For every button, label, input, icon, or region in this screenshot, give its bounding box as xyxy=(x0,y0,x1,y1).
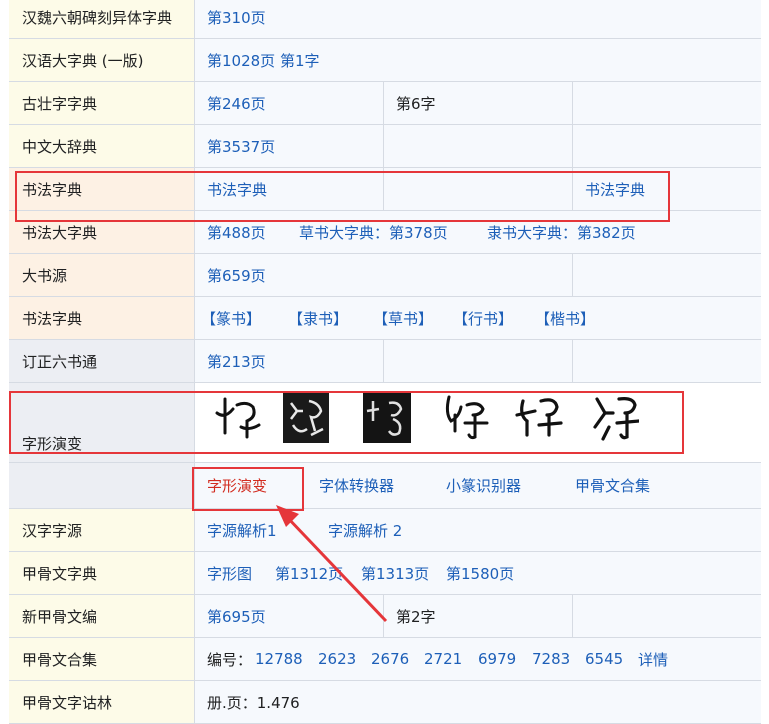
table-row: 字形演变 xyxy=(9,383,761,463)
row-label: 甲骨文合集 xyxy=(9,638,195,680)
table-row: 古壮字字典 第246页 第6字 xyxy=(9,82,761,125)
collection-number-link[interactable]: 12788 xyxy=(255,650,303,668)
cursive-script-link[interactable]: 【草书】 xyxy=(373,308,433,329)
page-link[interactable]: 第488页 xyxy=(207,222,266,243)
oracle-glyph-icon xyxy=(215,397,261,439)
table-row: 新甲骨文编 第695页 第2字 xyxy=(9,595,761,638)
table-row: 甲骨文字典 字形图 第1312页 第1313页 第1580页 xyxy=(9,552,761,595)
char-index: 第6字 xyxy=(396,94,436,113)
row-label: 书法字典 xyxy=(9,297,195,339)
glyph-image-link[interactable]: 字形图 xyxy=(207,563,252,584)
row-label: 汉魏六朝碑刻异体字典 xyxy=(9,0,195,38)
collection-number-link[interactable]: 2676 xyxy=(371,650,409,668)
table-row: 汉魏六朝碑刻异体字典 第310页 xyxy=(9,0,761,39)
dictionary-table: 汉魏六朝碑刻异体字典 第310页 汉语大字典 (一版) 第1028页 第1字 古… xyxy=(9,0,761,724)
page-link[interactable]: 第310页 xyxy=(207,7,266,28)
collection-number-link[interactable]: 7283 xyxy=(532,650,570,668)
page-link[interactable]: 第1312页 xyxy=(275,563,343,584)
table-row: 大书源 第659页 xyxy=(9,254,761,297)
collection-number-link[interactable]: 6979 xyxy=(478,650,516,668)
table-row: 书法大字典 第488页 草书大字典：第378页 隶书大字典：第382页 xyxy=(9,211,761,254)
oracle-collection-link[interactable]: 甲骨文合集 xyxy=(575,475,650,496)
table-row: 甲骨文合集 编号： 12788 2623 2676 2721 6979 7283… xyxy=(9,638,761,681)
row-label: 字形演变 xyxy=(9,383,195,462)
clerical-script-link[interactable]: 【隶书】 xyxy=(288,308,348,329)
collection-number-link[interactable]: 6545 xyxy=(585,650,623,668)
row-label: 甲骨文字诂林 xyxy=(9,681,195,723)
calligraphy-link[interactable]: 书法字典 xyxy=(207,179,267,200)
etymology-link[interactable]: 字源解析1 xyxy=(207,520,277,541)
glyph-evolution-tab[interactable]: 字形演变 xyxy=(207,475,267,496)
page-link[interactable]: 第695页 xyxy=(207,606,266,627)
row-label: 古壮字字典 xyxy=(9,82,195,124)
page-link[interactable]: 第246页 xyxy=(207,93,266,114)
details-link[interactable]: 详情 xyxy=(638,649,668,670)
row-label: 书法大字典 xyxy=(9,211,195,253)
table-row: 汉字字源 字源解析1 字源解析 2 xyxy=(9,509,761,552)
row-label: 订正六书通 xyxy=(9,340,195,382)
row-label: 汉语大字典 (一版) xyxy=(9,39,195,81)
number-prefix: 编号： xyxy=(207,650,253,669)
page-link[interactable]: 第3537页 xyxy=(207,136,275,157)
table-row: 书法字典 【篆书】 【隶书】 【草书】 【行书】 【楷书】 xyxy=(9,297,761,340)
cursive-dict-link[interactable]: 草书大字典：第378页 xyxy=(299,222,448,243)
table-row: 汉语大字典 (一版) 第1028页 第1字 xyxy=(9,39,761,82)
table-row: 订正六书通 第213页 xyxy=(9,340,761,383)
page-link[interactable]: 第1313页 xyxy=(361,563,429,584)
rubbing-glyph-icon xyxy=(363,393,411,443)
table-row: 中文大辞典 第3537页 xyxy=(9,125,761,168)
font-converter-link[interactable]: 字体转换器 xyxy=(319,475,394,496)
char-index: 第2字 xyxy=(396,607,436,626)
etymology-link[interactable]: 字源解析 2 xyxy=(328,520,402,541)
running-script-link[interactable]: 【行书】 xyxy=(453,308,513,329)
seal-script-link[interactable]: 【篆书】 xyxy=(201,308,261,329)
row-label: 新甲骨文编 xyxy=(9,595,195,637)
seal-glyph-icon xyxy=(593,397,639,441)
table-row: 甲骨文字诂林 册.页：1.476 xyxy=(9,681,761,724)
clerical-dict-link[interactable]: 隶书大字典：第382页 xyxy=(487,222,636,243)
page-link[interactable]: 第1580页 xyxy=(446,563,514,584)
table-row: 字形演变 字体转换器 小篆识别器 甲骨文合集 xyxy=(9,463,761,509)
row-label: 书法字典 xyxy=(9,168,195,210)
row-label: 甲骨文字典 xyxy=(9,552,195,594)
collection-number-link[interactable]: 2623 xyxy=(318,650,356,668)
row-label: 汉字字源 xyxy=(9,509,195,551)
row-label-empty xyxy=(9,463,195,508)
row-label: 中文大辞典 xyxy=(9,125,195,167)
regular-script-link[interactable]: 【楷书】 xyxy=(535,308,595,329)
volume-page: 册.页：1.476 xyxy=(207,693,300,712)
page-link[interactable]: 第213页 xyxy=(207,351,266,372)
page-link[interactable]: 第1028页 第1字 xyxy=(207,50,320,71)
table-row: 书法字典 书法字典 书法字典 xyxy=(9,168,761,211)
collection-number-link[interactable]: 2721 xyxy=(424,650,462,668)
seal-glyph-icon xyxy=(445,395,489,440)
calligraphy-link[interactable]: 书法字典 xyxy=(585,179,645,200)
rubbing-glyph-icon xyxy=(283,393,329,443)
page-link[interactable]: 第659页 xyxy=(207,265,266,286)
seal-glyph-icon xyxy=(515,398,563,437)
row-label: 大书源 xyxy=(9,254,195,296)
small-seal-recognizer-link[interactable]: 小篆识别器 xyxy=(446,475,521,496)
